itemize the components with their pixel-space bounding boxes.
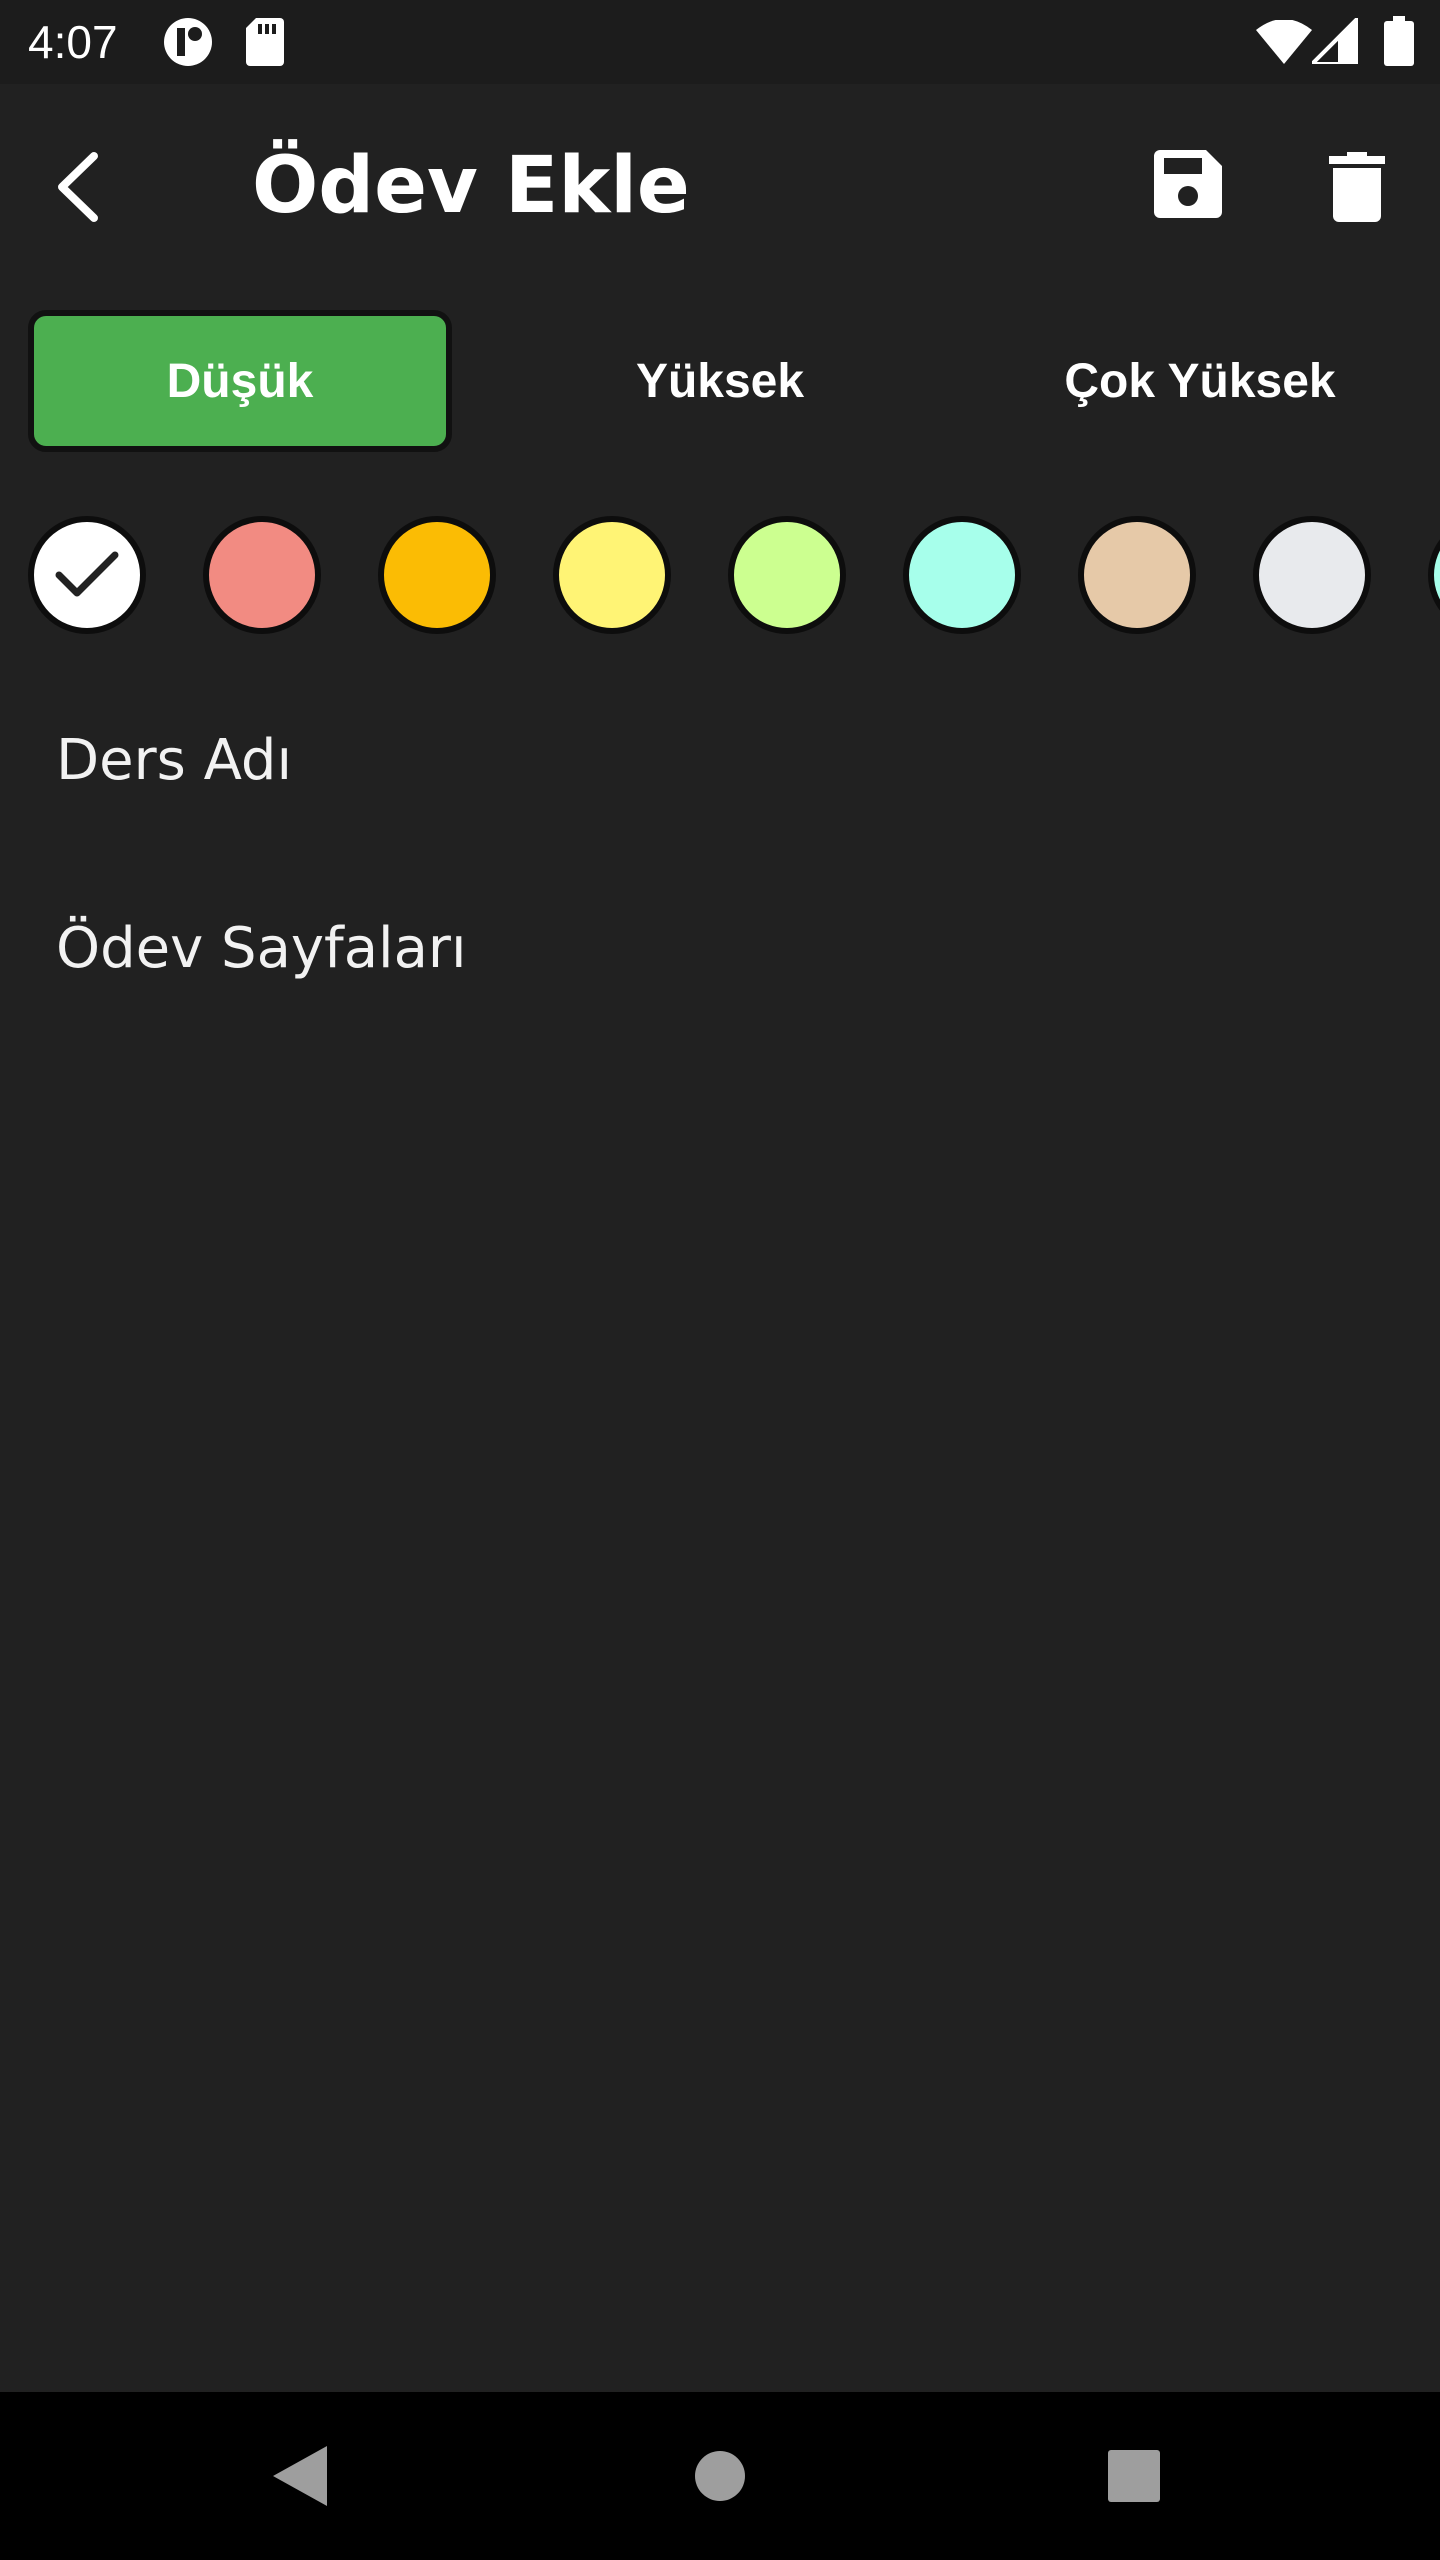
status-time: 4:07 [28,16,118,68]
wifi-icon [1256,19,1312,68]
nav-home-button[interactable] [640,2392,800,2560]
priority-tab-high[interactable]: Yüksek [520,310,920,452]
color-picker [0,516,1440,640]
color-swatch-yellow[interactable] [553,516,671,634]
battery-icon [1384,16,1414,70]
back-arrow-icon [58,152,98,222]
status-bar: 4:07 [0,0,1440,84]
app-notification-icon [162,16,214,72]
priority-tab-very-high[interactable]: Çok Yüksek [980,310,1420,452]
color-swatch-white[interactable] [28,516,146,634]
sd-card-icon [246,18,284,70]
homework-pages-input[interactable]: Ödev Sayfaları [56,914,467,984]
trash-icon [1329,152,1385,222]
check-icon [55,551,119,597]
color-swatch-teal[interactable] [903,516,1021,634]
delete-button[interactable] [1322,144,1392,230]
nav-home-icon [695,2451,745,2501]
color-swatch-partial[interactable] [1428,516,1440,634]
page-title: Ödev Ekle [252,141,690,231]
nav-back-icon [273,2446,327,2506]
nav-recents-button[interactable] [1054,2392,1214,2560]
system-nav-bar [0,2392,1440,2560]
nav-back-button[interactable] [220,2392,380,2560]
priority-selector: Düşük Yüksek Çok Yüksek [0,306,1440,466]
cellular-signal-icon [1307,13,1360,68]
save-icon [1154,150,1222,218]
priority-tab-low[interactable]: Düşük [28,310,452,452]
course-name-input[interactable]: Ders Adı [56,726,292,796]
toolbar: Ödev Ekle [0,84,1440,284]
back-button[interactable] [40,142,114,232]
color-swatch-red[interactable] [203,516,321,634]
nav-recents-icon [1108,2450,1160,2502]
color-swatch-orange[interactable] [378,516,496,634]
color-swatch-green[interactable] [728,516,846,634]
color-swatch-gray[interactable] [1253,516,1371,634]
save-button[interactable] [1148,144,1228,230]
color-swatch-brown[interactable] [1078,516,1196,634]
